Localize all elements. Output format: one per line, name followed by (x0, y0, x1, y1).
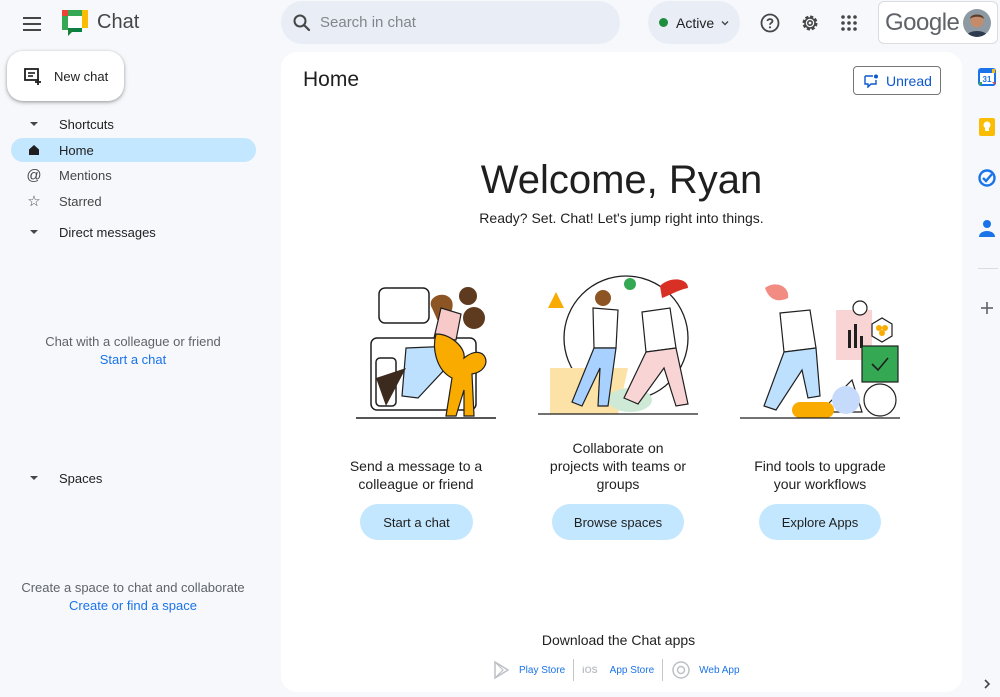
col3-line2: your workflows (773, 476, 867, 492)
status-label: Active (676, 14, 715, 31)
play-store-link[interactable]: Play Store (491, 660, 565, 680)
expand-rail-button[interactable] (976, 673, 998, 695)
dm-empty-state: Chat with a colleague or friend Start a … (0, 333, 266, 369)
apps-grid-icon (841, 15, 857, 31)
col1-line2: colleague or friend (358, 476, 474, 492)
home-icon (29, 145, 39, 155)
start-chat-link[interactable]: Start a chat (0, 351, 266, 369)
sidebar-item-mentions[interactable]: @ Mentions (11, 163, 256, 187)
app-title: Chat (97, 11, 140, 33)
welcome-subtitle: Ready? Set. Chat! Let's jump right into … (479, 210, 764, 226)
col2-line3: groups (596, 476, 640, 492)
chevron-right-icon (984, 679, 991, 689)
main-menu-button[interactable] (18, 10, 46, 38)
divider (662, 659, 664, 681)
avatar[interactable] (963, 8, 992, 37)
spaces-empty-text: Create a space to chat and collaborate (21, 580, 245, 595)
sidebar-item-home[interactable]: Home (11, 138, 256, 162)
col3-line1: Find tools to upgrade (754, 458, 886, 474)
app-store-link[interactable]: iOS App Store (582, 660, 654, 680)
hamburger-menu-icon (23, 17, 41, 31)
col2-line1: Collaborate on (572, 440, 664, 456)
dm-empty-text: Chat with a colleague or friend (45, 334, 221, 349)
app-store-label: App Store (609, 664, 655, 676)
status-dropdown[interactable]: Active (648, 1, 740, 44)
play-store-label: Play Store (519, 664, 566, 676)
apps-illustration (730, 278, 910, 433)
new-chat-icon (24, 68, 41, 85)
download-apps-heading: Download the Chat apps (541, 632, 696, 648)
message-illustration (336, 278, 516, 433)
help-button[interactable] (759, 12, 781, 34)
contacts-app-button[interactable] (976, 217, 998, 239)
google-wordmark: Google (885, 8, 960, 36)
get-addons-button[interactable] (976, 297, 998, 319)
caret-down-icon (30, 476, 38, 480)
at-icon: @ (26, 166, 42, 184)
tasks-app-button[interactable] (976, 167, 998, 189)
sidebar-item-starred[interactable]: ☆ Starred (11, 189, 256, 213)
home-panel: Home Unread Welcome, Ryan Ready? Set. Ch… (281, 52, 962, 692)
unread-label: Unread (886, 72, 932, 89)
chat-logo-icon[interactable] (60, 8, 90, 38)
tasks-icon (978, 169, 996, 187)
direct-messages-label: Direct messages (59, 224, 156, 240)
search-icon[interactable] (292, 13, 312, 33)
page-title: Home (303, 68, 360, 91)
search-bar[interactable] (281, 1, 620, 44)
keep-icon (979, 118, 995, 136)
start-chat-button[interactable]: Start a chat (360, 504, 473, 540)
collaborate-illustration (528, 268, 708, 423)
shortcuts-section-toggle[interactable]: Shortcuts (26, 116, 114, 132)
shortcuts-label: Shortcuts (59, 116, 114, 132)
browse-spaces-button[interactable]: Browse spaces (552, 504, 684, 540)
welcome-heading: Welcome, Ryan (480, 158, 763, 202)
create-space-link[interactable]: Create or find a space (0, 597, 266, 615)
caret-down-icon (30, 122, 38, 126)
contacts-icon (979, 220, 995, 237)
rail-divider (978, 268, 998, 269)
settings-button[interactable] (799, 12, 821, 34)
unread-filter-button[interactable]: Unread (853, 66, 941, 95)
direct-messages-section-toggle[interactable]: Direct messages (26, 224, 156, 240)
ios-icon: iOS (582, 665, 598, 675)
spaces-label: Spaces (59, 470, 103, 486)
sidebar-item-label: Mentions (59, 167, 112, 183)
col1-line1: Send a message to a (349, 458, 483, 474)
spaces-empty-state: Create a space to chat and collaborate C… (0, 579, 266, 615)
svg-text:31: 31 (983, 75, 992, 84)
plus-icon (981, 302, 993, 314)
collaborate-description: Collaborate on projects with teams or gr… (528, 439, 708, 493)
top-bar: Chat Active Google (0, 0, 1000, 48)
play-store-icon (494, 660, 510, 680)
download-links: Play Store iOS App Store Web App (491, 659, 740, 681)
sidebar-item-label: Home (59, 142, 94, 158)
explore-apps-button[interactable]: Explore Apps (759, 504, 881, 540)
calendar-app-button[interactable]: 31 (976, 66, 998, 88)
chrome-icon (672, 661, 690, 679)
account-button[interactable]: Google (878, 1, 998, 44)
spaces-section-toggle[interactable]: Spaces (26, 470, 102, 486)
web-app-label: Web App (699, 664, 740, 676)
help-icon (760, 13, 780, 33)
gear-icon (802, 15, 818, 31)
web-app-link[interactable]: Web App (671, 660, 740, 680)
col2-line2: projects with teams or (549, 458, 687, 474)
chevron-down-icon (721, 20, 729, 25)
new-chat-button[interactable]: New chat (7, 51, 124, 101)
divider (573, 659, 575, 681)
calendar-icon: 31 (978, 68, 996, 86)
sidebar-item-label: Starred (59, 193, 102, 209)
apps-description: Find tools to upgrade your workflows (730, 457, 910, 493)
keep-app-button[interactable] (976, 116, 998, 138)
search-input[interactable] (320, 14, 600, 31)
message-description: Send a message to a colleague or friend (326, 457, 506, 493)
apps-launcher-button[interactable] (838, 12, 860, 34)
new-chat-label: New chat (54, 68, 109, 84)
unread-icon (864, 74, 878, 88)
star-icon: ☆ (27, 193, 41, 210)
caret-down-icon (30, 230, 38, 234)
status-indicator (659, 18, 668, 27)
